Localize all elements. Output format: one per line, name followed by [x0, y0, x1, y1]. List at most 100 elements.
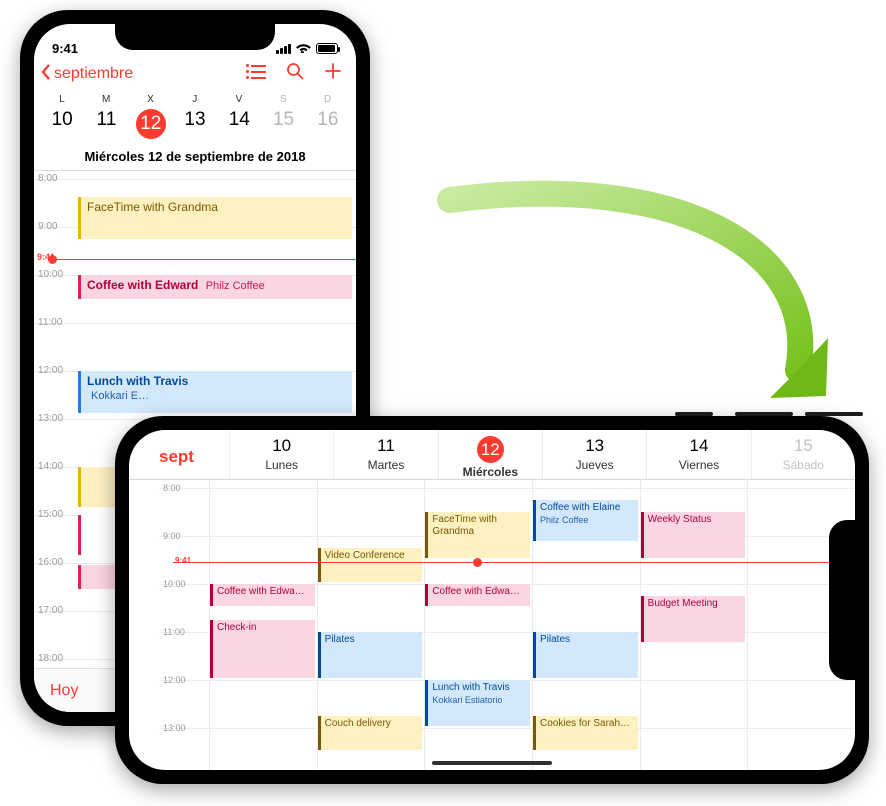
- week-day-number: 14: [217, 109, 261, 131]
- day-name: Lunes: [230, 458, 333, 472]
- week-day-number: 10: [40, 109, 84, 131]
- week-grid[interactable]: 8:009:0010:0011:0012:0013:00 Video Confe…: [129, 480, 855, 770]
- event-location: Philz Coffee: [540, 514, 634, 526]
- event-title: Coffee with Edwa…: [432, 586, 520, 597]
- date-title: Miércoles 12 de septiembre de 2018: [34, 139, 356, 171]
- calendar-event[interactable]: Coffee with ElainePhilz Coffee: [533, 500, 638, 541]
- day-name: Viernes: [647, 458, 750, 472]
- event-title: Video Conference: [325, 550, 405, 561]
- landscape-screen: sept 10 Lunes11 Martes12 Miércoles13 Jue…: [129, 430, 855, 770]
- calendar-event[interactable]: Weekly Status: [641, 512, 746, 558]
- today-button[interactable]: Hoy: [50, 682, 78, 700]
- calendar-event[interactable]: Lunch with TravisKokkari Estiatorio: [425, 680, 530, 726]
- event-title: Coffee with Elaine: [540, 502, 620, 513]
- phone-landscape-frame: sept 10 Lunes11 Martes12 Miércoles13 Jue…: [115, 416, 869, 784]
- event-title: Cookies for Sarah…: [540, 718, 630, 729]
- week-day-number: 16: [306, 109, 350, 131]
- event-location: Kokkari Estiatorio: [432, 694, 526, 706]
- week-day-column-header[interactable]: 15 Sábado: [751, 430, 855, 479]
- day-number: 13: [543, 436, 646, 456]
- day-name: Sábado: [752, 458, 855, 472]
- day-number: 14: [647, 436, 750, 456]
- current-time-label: 9:41: [37, 252, 55, 262]
- week-day-number: 13: [173, 109, 217, 131]
- list-icon: [248, 65, 266, 79]
- day-number: 12: [477, 436, 504, 463]
- event-location: Philz Coffee: [206, 280, 265, 292]
- calendar-event[interactable]: Lunch with Travis Kokkari E…: [78, 371, 352, 413]
- week-day-column-header[interactable]: 10 Lunes: [229, 430, 333, 479]
- calendar-event[interactable]: Pilates: [533, 632, 638, 678]
- hour-label: 18:00: [38, 653, 63, 664]
- calendar-event[interactable]: Pilates: [318, 632, 423, 678]
- calendar-event[interactable]: FaceTime with Grandma: [425, 512, 530, 558]
- week-day-abbr: V: [217, 94, 261, 105]
- month-button[interactable]: sept: [159, 430, 229, 479]
- week-day-number: 12: [136, 109, 166, 139]
- calendar-event[interactable]: Video Conference: [318, 548, 423, 582]
- week-day-cell[interactable]: X 12: [129, 94, 173, 139]
- event-title: Lunch with Travis: [432, 682, 509, 693]
- calendar-header: septiembre: [34, 58, 356, 94]
- event-title: FaceTime with Grandma: [432, 514, 497, 537]
- hour-label: 11:00: [38, 317, 62, 328]
- home-indicator[interactable]: [432, 761, 552, 765]
- week-day-abbr: S: [261, 94, 305, 105]
- calendar-event[interactable]: Coffee with Edwa…: [210, 584, 315, 606]
- hour-label: 10:00: [38, 269, 63, 280]
- week-day-cell[interactable]: S 15: [261, 94, 305, 139]
- week-day-column-header[interactable]: 11 Martes: [333, 430, 437, 479]
- calendar-event[interactable]: Couch delivery: [318, 716, 423, 750]
- calendar-event[interactable]: FaceTime with Grandma: [78, 197, 352, 239]
- event-title: Coffee with Edwa…: [217, 586, 305, 597]
- rotation-arrow-icon: [420, 180, 840, 440]
- event-title: Pilates: [540, 634, 570, 645]
- week-day-number: 11: [84, 109, 128, 131]
- event-title: Couch delivery: [325, 718, 391, 729]
- hour-label: 9:00: [38, 221, 57, 232]
- add-event-button[interactable]: [324, 62, 342, 86]
- week-day-cell[interactable]: M 11: [84, 94, 128, 139]
- week-day-cell[interactable]: V 14: [217, 94, 261, 139]
- search-button[interactable]: [286, 62, 304, 86]
- calendar-event[interactable]: Budget Meeting: [641, 596, 746, 642]
- week-day-column-header[interactable]: 14 Viernes: [646, 430, 750, 479]
- calendar-event[interactable]: Coffee with Edwa…: [425, 584, 530, 606]
- notch: [115, 24, 275, 50]
- hour-label: 12:00: [38, 365, 63, 376]
- week-day-cell[interactable]: J 13: [173, 94, 217, 139]
- week-day-column-header[interactable]: 12 Miércoles: [438, 430, 542, 479]
- current-time-indicator: 9:41: [54, 259, 356, 260]
- calendar-event[interactable]: Coffee with Edward Philz Coffee: [78, 275, 352, 299]
- search-icon: [286, 62, 304, 80]
- hour-label: 16:00: [38, 557, 63, 568]
- hour-label: 14:00: [38, 461, 63, 472]
- event-title: Check-in: [217, 622, 256, 633]
- notch: [829, 520, 855, 680]
- current-time-indicator: 9:41: [173, 562, 855, 563]
- event-title: Pilates: [325, 634, 355, 645]
- hour-label: 17:00: [38, 605, 63, 616]
- day-number: 15: [752, 436, 855, 456]
- week-day-number: 15: [261, 109, 305, 131]
- day-number: 11: [334, 436, 437, 456]
- back-button[interactable]: septiembre: [40, 63, 133, 86]
- week-day-column-header[interactable]: 13 Jueves: [542, 430, 646, 479]
- calendar-event[interactable]: Cookies for Sarah…: [533, 716, 638, 750]
- week-day-abbr: D: [306, 94, 350, 105]
- list-view-button[interactable]: [248, 62, 266, 86]
- event-location: Kokkari E…: [91, 390, 149, 402]
- day-name: Martes: [334, 458, 437, 472]
- hour-label: 13:00: [38, 413, 63, 424]
- back-label: septiembre: [54, 65, 133, 83]
- week-day-abbr: M: [84, 94, 128, 105]
- week-day-cell[interactable]: L 10: [40, 94, 84, 139]
- event-title: Lunch with Travis: [87, 374, 346, 388]
- week-day-cell[interactable]: D 16: [306, 94, 350, 139]
- calendar-event[interactable]: Check-in: [210, 620, 315, 678]
- current-time-label: 9:41: [175, 556, 191, 565]
- hour-row: 8:00: [34, 179, 356, 180]
- week-day-abbr: J: [173, 94, 217, 105]
- chevron-left-icon: [40, 63, 52, 86]
- week-header: sept 10 Lunes11 Martes12 Miércoles13 Jue…: [129, 430, 855, 480]
